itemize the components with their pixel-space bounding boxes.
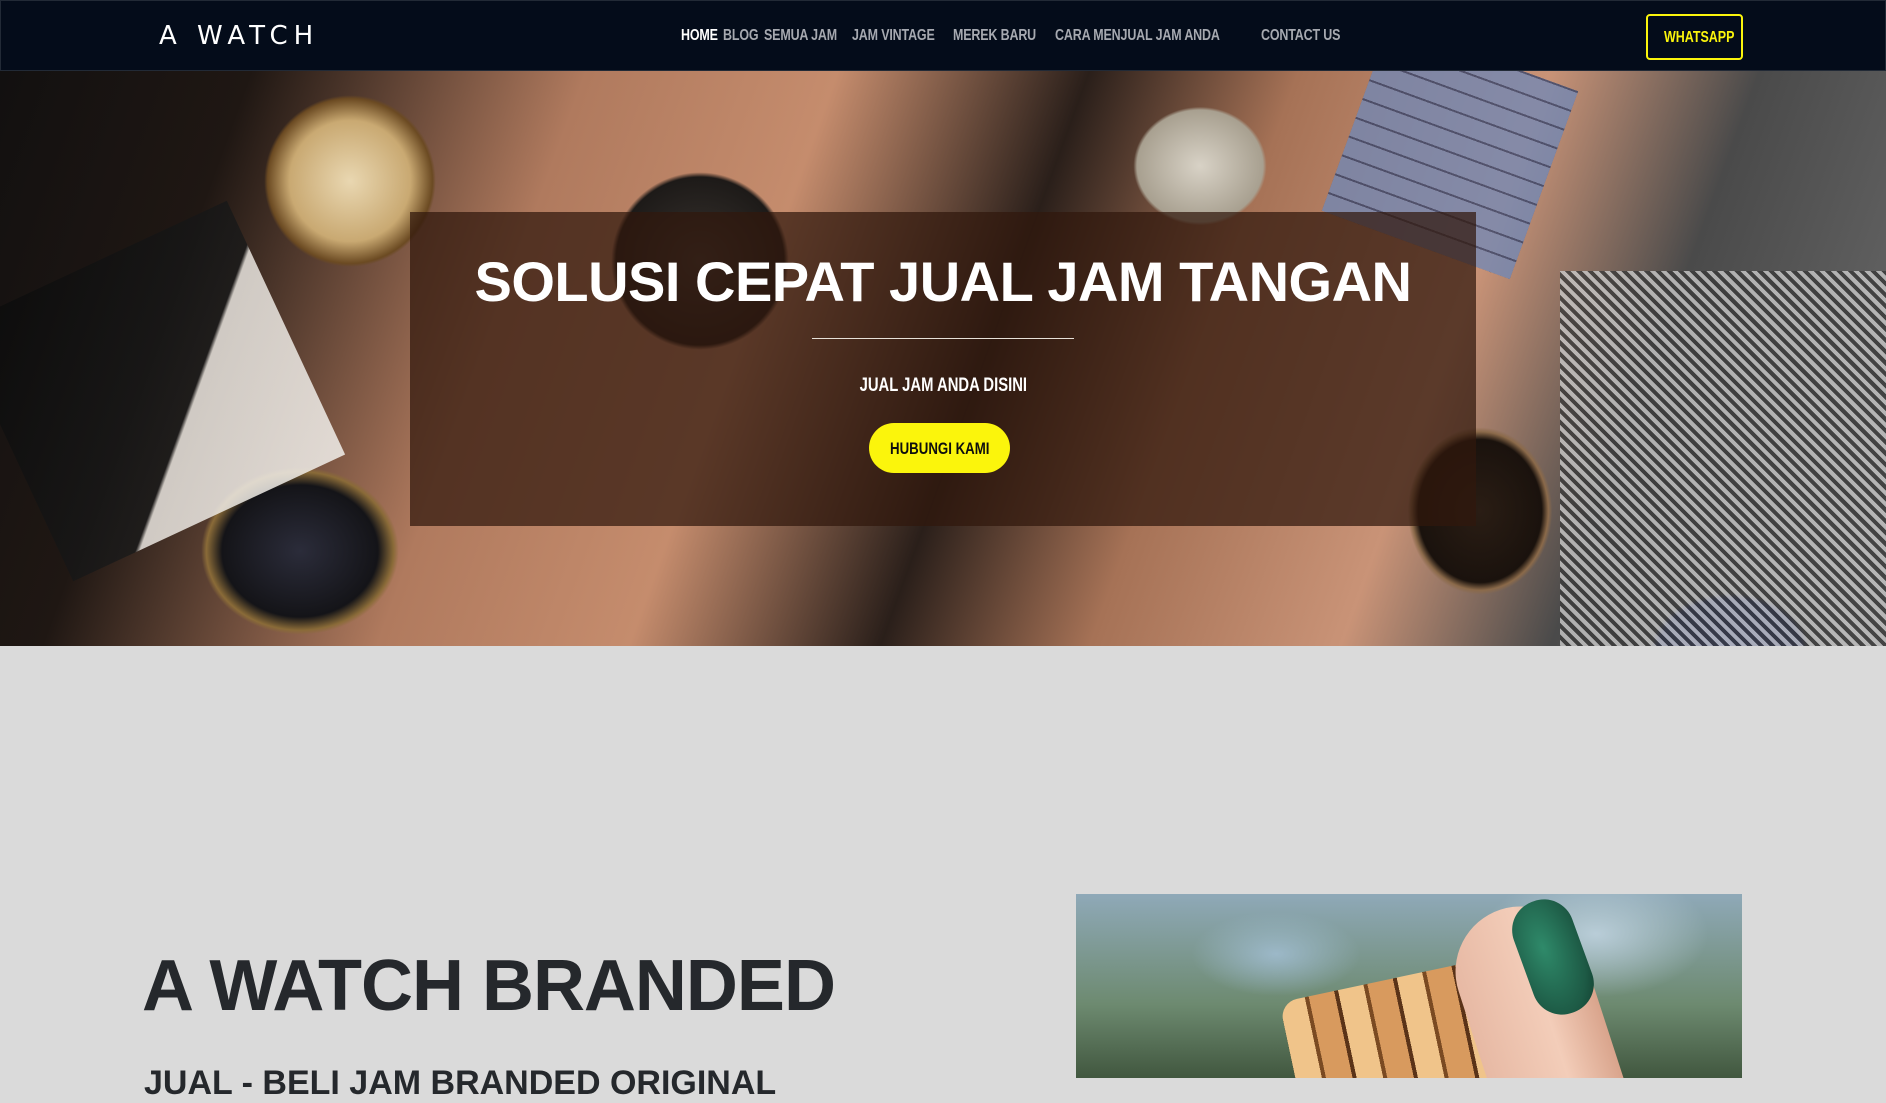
main-nav: HOME BLOG SEMUA JAM JAM VINTAGE MEREK BA…: [681, 25, 1340, 47]
hero-banner: SOLUSI CEPAT JUAL JAM TANGAN JUAL JAM AN…: [0, 71, 1886, 646]
contact-us-button-label: HUBUNGI KAMI: [889, 439, 990, 458]
hero-title: SOLUSI CEPAT JUAL JAM TANGAN: [474, 250, 1412, 313]
nav-home[interactable]: HOME: [681, 25, 718, 47]
about-title: A WATCH BRANDED: [142, 946, 836, 1026]
hero-subtitle-text: JUAL JAM ANDA DISINI: [859, 375, 1027, 396]
brand-text: A WATCH: [159, 21, 320, 51]
watch-bracelet-image: [1076, 894, 1742, 1078]
nav-jam-vintage[interactable]: JAM VINTAGE: [852, 25, 935, 47]
hero-photo-jacket: [1560, 271, 1886, 646]
nav-cara-menjual[interactable]: CARA MENJUAL JAM ANDA: [1055, 25, 1220, 47]
hero-overlay-box: SOLUSI CEPAT JUAL JAM TANGAN JUAL JAM AN…: [410, 212, 1476, 526]
nav-semua-jam[interactable]: SEMUA JAM: [764, 25, 837, 47]
about-subtitle: JUAL - BELI JAM BRANDED ORIGINAL: [144, 1064, 777, 1102]
brand-logo[interactable]: A WATCH: [159, 21, 319, 51]
nav-merek-baru[interactable]: MEREK BARU: [953, 25, 1036, 47]
top-navbar: A WATCH HOME BLOG SEMUA JAM JAM VINTAGE …: [0, 0, 1886, 71]
nav-blog[interactable]: BLOG: [723, 25, 759, 47]
whatsapp-button[interactable]: WHATSAPP: [1646, 14, 1743, 60]
contact-us-button[interactable]: HUBUNGI KAMI: [869, 423, 1010, 473]
hero-divider: [812, 338, 1074, 339]
hero-photo-cuff: [0, 200, 346, 582]
nav-contact-us[interactable]: CONTACT US: [1261, 25, 1340, 47]
whatsapp-button-label: WHATSAPP: [1663, 29, 1735, 46]
hero-subtitle: JUAL JAM ANDA DISINI: [410, 374, 1476, 398]
